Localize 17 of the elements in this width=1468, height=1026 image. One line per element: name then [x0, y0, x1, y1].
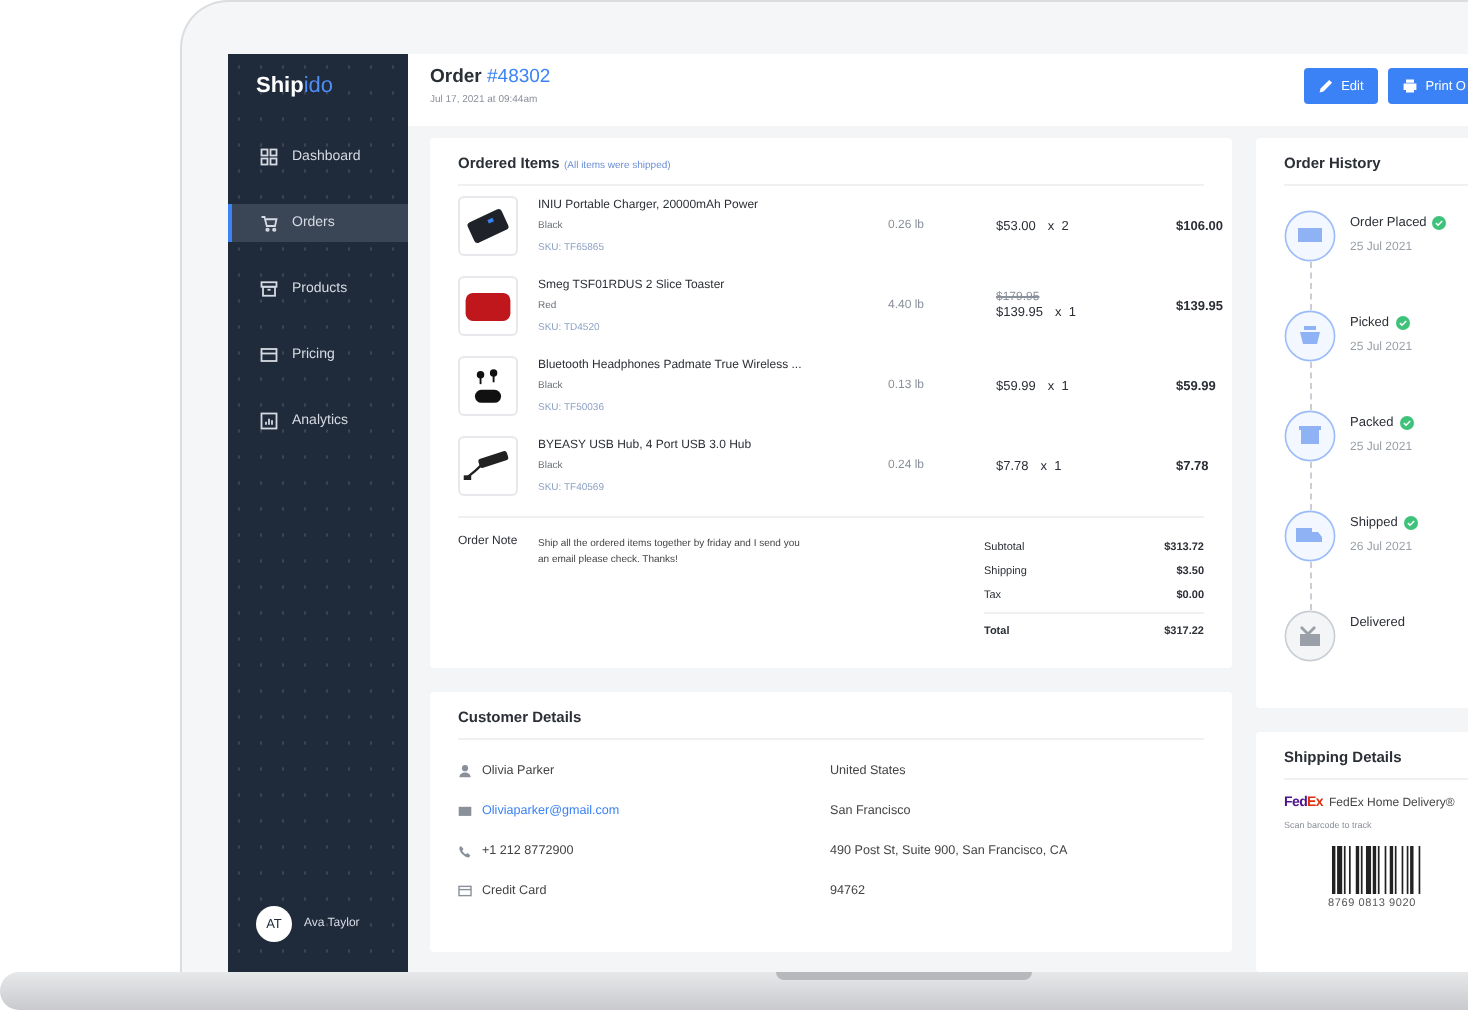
- check-icon: [1399, 416, 1414, 430]
- order-title: Order #48302: [430, 66, 551, 88]
- barcode-drawing: [1332, 846, 1422, 894]
- check-icon: [1432, 216, 1447, 230]
- person-icon: [458, 763, 472, 777]
- check-icon: [1403, 516, 1418, 530]
- chart-icon: [260, 412, 278, 430]
- cart-icon: [260, 214, 278, 232]
- logo: Shipido: [256, 74, 336, 98]
- archive-icon: [260, 280, 278, 298]
- phone-icon: [458, 843, 472, 857]
- credit-card-icon: [458, 883, 472, 897]
- grid-icon: [260, 148, 278, 166]
- credit-card-icon: [260, 346, 278, 364]
- printer-icon: [1401, 78, 1418, 94]
- pencil-icon: [1317, 78, 1334, 94]
- check-icon: [1395, 316, 1410, 330]
